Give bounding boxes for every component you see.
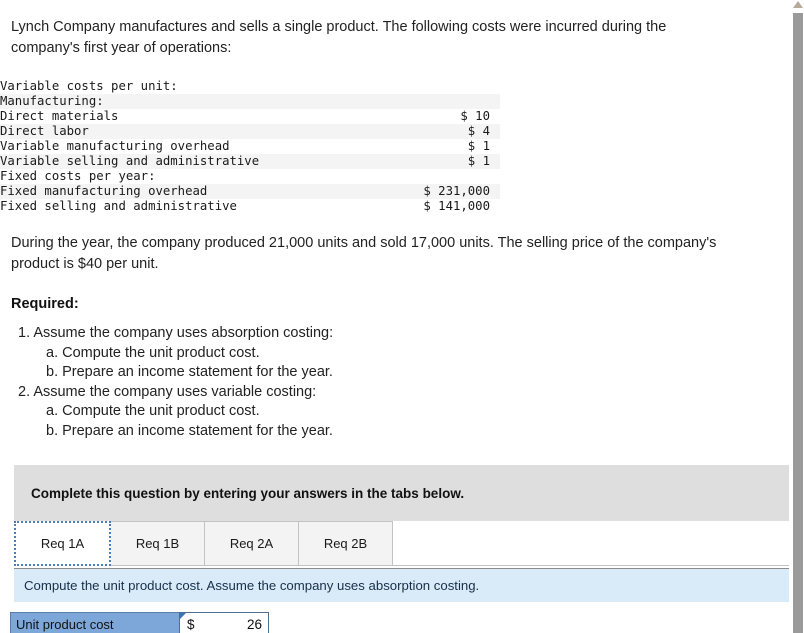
cost-table-row: Fixed costs per year: [0, 169, 500, 184]
requirement-item: 2. Assume the company uses variable cost… [18, 383, 317, 400]
cost-row-amount: $ 10 [460, 109, 490, 123]
cost-summary-table: Variable costs per unit: Manufacturing: Di… [0, 79, 500, 214]
tab-req-1b[interactable]: Req 1B [110, 521, 205, 566]
cost-row-label: Variable costs per unit: [0, 79, 178, 93]
tab-instruction-text: Compute the unit product cost. Assume th… [24, 578, 480, 593]
cost-row-label: Manufacturing: [0, 94, 104, 108]
cost-row-label: Fixed manufacturing overhead [0, 184, 208, 198]
cost-table-row: Direct materials $ 10 [0, 109, 500, 124]
cost-row-label: Direct materials [0, 109, 119, 123]
cost-row-amount [386, 94, 500, 109]
cell-marker-icon [180, 613, 186, 619]
instruction-bar: Complete this question by entering your … [14, 465, 789, 521]
cost-row-amount: $ 231,000 [423, 184, 490, 198]
requirement-tabstrip: Req 1A Req 1B Req 2A Req 2B [14, 521, 789, 568]
cost-row-amount: $ 1 [467, 154, 490, 168]
cost-row-amount [386, 79, 500, 94]
cost-row-label: Variable manufacturing overhead [0, 139, 230, 153]
vertical-scrollbar[interactable] [789, 0, 804, 633]
scroll-up-arrow-icon[interactable] [793, 1, 803, 8]
answer-row: Unit product cost $ 26 [10, 612, 270, 633]
unit-product-cost-input[interactable]: $ 26 [179, 612, 269, 633]
cost-table-row: Variable costs per unit: [0, 79, 500, 94]
tab-req-2a[interactable]: Req 2A [204, 521, 299, 566]
answer-row-label: Unit product cost [10, 612, 180, 633]
cost-row-label: Fixed selling and administrative [0, 199, 237, 213]
tab-req-2b[interactable]: Req 2B [298, 521, 393, 566]
tab-instruction-banner: Compute the unit product cost. Assume th… [14, 568, 789, 602]
cost-table-row: Manufacturing: [0, 94, 500, 109]
question-page: Lynch Company manufactures and sells a s… [0, 0, 789, 633]
cost-table-row: Variable manufacturing overhead $ 1 [0, 139, 500, 154]
cost-table-row: Fixed selling and administrative $ 141,00… [0, 199, 500, 214]
cost-table-row: Direct labor $ 4 [0, 124, 500, 139]
tabstrip-filler [392, 521, 789, 566]
instruction-bar-text: Complete this question by entering your … [31, 485, 465, 501]
requirement-item: b. Prepare an income statement for the y… [46, 364, 333, 380]
cost-table-row: Fixed manufacturing overhead $ 231,000 [0, 184, 500, 199]
problem-intro-text: Lynch Company manufactures and sells a s… [11, 19, 667, 56]
cost-table-body: Variable costs per unit: Manufacturing: Di… [0, 79, 500, 214]
requirements-list: 1. Assume the company uses absorption co… [0, 312, 789, 441]
requirement-item: 1. Assume the company uses absorption co… [18, 325, 334, 341]
cost-row-amount [386, 169, 500, 184]
production-sales-text: During the year, the company produced 21… [11, 235, 717, 272]
scrollbar-thumb[interactable] [793, 13, 803, 633]
required-heading: Required: [11, 296, 79, 312]
cost-row-label: Direct labor [0, 124, 89, 138]
cost-table-row: Variable selling and administrative $ 1 [0, 154, 500, 169]
cost-row-label: Fixed costs per year: [0, 169, 156, 183]
tab-req-1a[interactable]: Req 1A [14, 521, 111, 566]
cost-row-amount: $ 4 [467, 124, 490, 138]
unit-product-cost-value[interactable]: 26 [195, 617, 268, 632]
requirement-item: a. Compute the unit product cost. [46, 403, 260, 419]
cost-row-amount: $ 141,000 [423, 199, 490, 213]
cost-row-label: Variable selling and administrative [0, 154, 260, 168]
requirement-item: b. Prepare an income statement for the y… [46, 422, 333, 439]
cost-row-amount: $ 1 [467, 139, 490, 153]
requirement-item: a. Compute the unit product cost. [46, 344, 260, 361]
